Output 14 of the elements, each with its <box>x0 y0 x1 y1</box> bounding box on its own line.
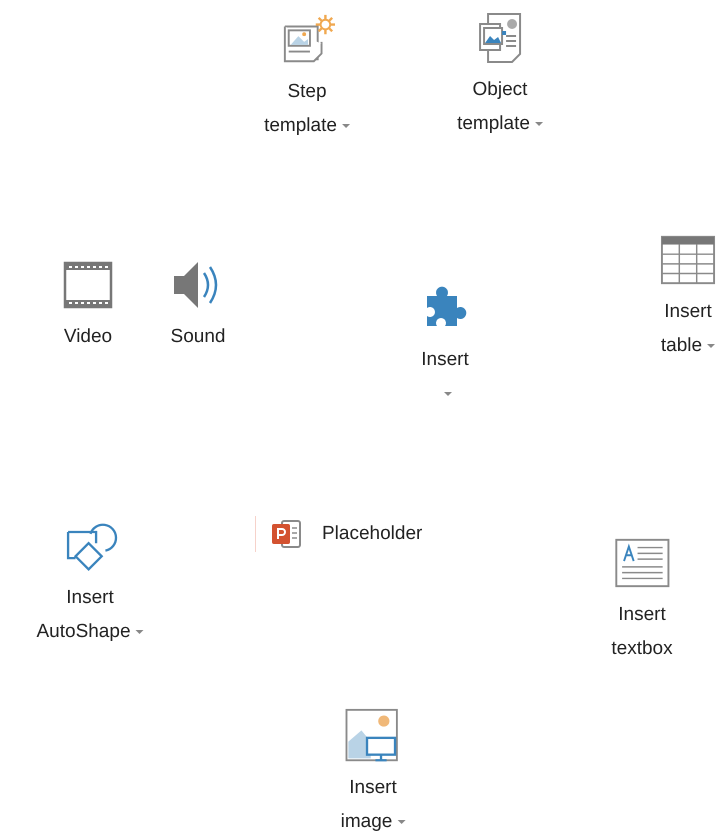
placeholder-button[interactable]: Placeholder <box>255 516 422 552</box>
film-icon <box>63 261 113 309</box>
ribbon-button[interactable]: Insert <box>413 280 477 411</box>
slides-icon <box>270 518 304 550</box>
ribbon-button[interactable]: Insert textbox <box>607 535 677 666</box>
ribbon-button[interactable]: Step template <box>260 12 354 143</box>
textbox-icon <box>614 537 670 589</box>
ribbon-button[interactable]: Insert table <box>656 232 720 363</box>
table-icon <box>660 234 716 286</box>
ribbon-button[interactable]: Insert image <box>336 708 410 835</box>
ribbon-button[interactable]: Sound <box>166 257 230 354</box>
ribbon-button[interactable]: Insert AutoShape <box>32 518 148 649</box>
ribbon-button[interactable]: Video <box>56 257 120 354</box>
ribbon-button[interactable]: Object template <box>453 10 547 141</box>
